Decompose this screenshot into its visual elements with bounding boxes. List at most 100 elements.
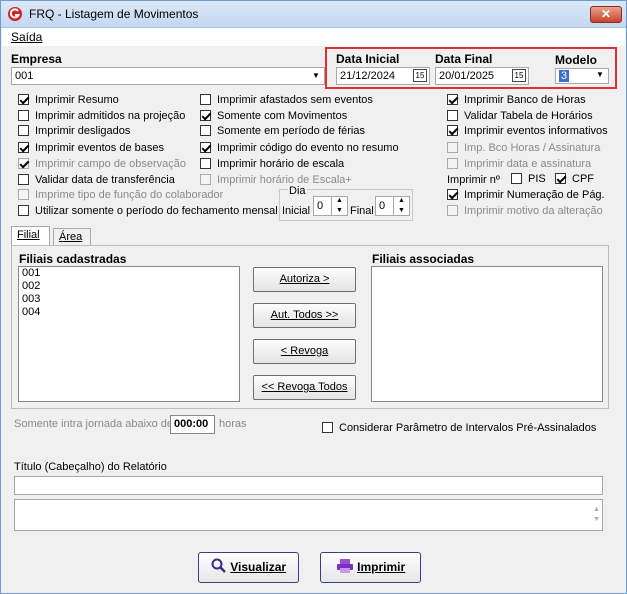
cpf-checkbox[interactable]: CPF <box>555 173 594 187</box>
calendar-icon[interactable]: 15 <box>512 69 526 82</box>
checkbox-label: Imprimir horário de escala <box>217 158 345 170</box>
chevron-down-icon[interactable]: ▼ <box>592 68 608 82</box>
motivo-checkbox: Imprimir motivo da alteração <box>447 205 603 219</box>
checkbox-label: Somente em período de férias <box>217 125 365 137</box>
checkbox-box <box>200 110 211 121</box>
intrajornada-unit: horas <box>219 418 247 430</box>
dia-final-value: 0 <box>379 200 386 212</box>
filiais-cadastradas-list[interactable]: 001 002 003 004 <box>18 266 240 402</box>
revoga-todos-button[interactable]: << Revoga Todos <box>253 375 356 400</box>
options-col2-checkbox: Imprimir horário de Escala+ <box>200 174 352 188</box>
list-item[interactable]: 001 <box>19 267 239 280</box>
options-col1-checkbox: Imprimir campo de observação <box>18 158 186 172</box>
checkbox-label: Imprimir horário de Escala+ <box>217 174 352 186</box>
options-col2-checkbox[interactable]: Somente em período de férias <box>200 125 365 139</box>
data-inicial-field[interactable]: 21/12/2024 15 <box>336 67 430 85</box>
list-item[interactable]: 004 <box>19 306 239 319</box>
checkbox-box <box>447 110 458 121</box>
options-col3-checkbox[interactable]: Imprimir Banco de Horas <box>447 94 586 108</box>
checkbox-box <box>447 125 458 136</box>
filiais-associadas-list[interactable] <box>371 266 603 402</box>
checkbox-label: Imprimir Banco de Horas <box>464 94 586 106</box>
menu-saida[interactable]: Saída <box>11 30 42 44</box>
pis-checkbox[interactable]: PIS <box>511 173 546 187</box>
close-button[interactable]: ✕ <box>590 6 622 23</box>
checkbox-box <box>447 142 458 153</box>
considerar-label: Considerar Parâmetro de Intervalos Pré-A… <box>339 422 597 434</box>
dia-final-spinner[interactable]: 0 ▲ ▼ <box>375 196 410 216</box>
options-col3-checkbox[interactable]: Validar Tabela de Horários <box>447 110 593 124</box>
titulo-label: Título (Cabeçalho) do Relatório <box>14 461 167 473</box>
list-item[interactable]: 002 <box>19 280 239 293</box>
checkbox-label: Imprimir desligados <box>35 125 131 137</box>
checkbox-box <box>200 158 211 169</box>
imprimir-label: Imprimir <box>357 560 406 574</box>
options-col1-checkbox[interactable]: Validar data de transferência <box>18 174 175 188</box>
data-final-field[interactable]: 20/01/2025 15 <box>435 67 529 85</box>
chevron-down-icon[interactable]: ▼ <box>308 68 324 84</box>
checkbox-box <box>18 125 29 136</box>
tab-area[interactable]: Área <box>53 228 91 246</box>
options-col1-checkbox[interactable]: Imprimir Resumo <box>18 94 119 108</box>
options-col3-checkbox: Imp. Bco Horas / Assinatura <box>447 142 600 156</box>
checkbox-box <box>18 94 29 105</box>
dia-label: Dia <box>288 185 307 197</box>
spinner-arrows-icon[interactable]: ▲ ▼ <box>331 196 347 216</box>
checkbox-label: Validar data de transferência <box>35 174 175 186</box>
dia-inicial-value: 0 <box>317 200 324 212</box>
dia-inicial-label: Inicial <box>282 205 311 217</box>
tab-filial[interactable]: Filial <box>11 226 50 246</box>
aut-todos-button[interactable]: Aut. Todos >> <box>253 303 356 328</box>
options-col1-checkbox[interactable]: Imprimir desligados <box>18 125 130 139</box>
options-col2-checkbox[interactable]: Imprimir código do evento no resumo <box>200 142 399 156</box>
numeracao-checkbox[interactable]: Imprimir Numeração de Pág. <box>447 189 605 203</box>
pis-label: PIS <box>528 173 546 185</box>
dia-inicial-spinner[interactable]: 0 ▲ ▼ <box>313 196 348 216</box>
visualizar-button[interactable]: Visualizar <box>198 552 299 583</box>
options-col1-checkbox[interactable]: Utilizar somente o período do fechamento… <box>18 205 278 219</box>
options-col2-checkbox[interactable]: Imprimir afastados sem eventos <box>200 94 373 108</box>
checkbox-box <box>447 94 458 105</box>
checkbox-box <box>200 142 211 153</box>
checkbox-box <box>200 125 211 136</box>
checkbox-label: Imprimir eventos de bases <box>35 142 164 154</box>
considerar-checkbox[interactable]: Considerar Parâmetro de Intervalos Pré-A… <box>322 422 596 436</box>
titulo-textarea[interactable]: ▲ ▼ <box>14 499 603 531</box>
autoriza-button[interactable]: Autoriza > <box>253 267 356 292</box>
visualizar-label: Visualizar <box>230 560 287 574</box>
empresa-label: Empresa <box>11 52 62 66</box>
calendar-icon[interactable]: 15 <box>413 69 427 82</box>
cpf-label: CPF <box>572 173 594 185</box>
checkbox-box <box>18 110 29 121</box>
data-final-label: Data Final <box>435 52 493 66</box>
checkbox-label: Imp. Bco Horas / Assinatura <box>464 142 601 154</box>
imprimir-n-label: Imprimir nº <box>447 174 500 186</box>
printer-icon <box>336 559 353 573</box>
options-col1-checkbox: Imprime tipo de função do colaborador <box>18 189 223 203</box>
titulo-input[interactable] <box>14 476 603 495</box>
checkbox-label: Validar Tabela de Horários <box>464 110 593 122</box>
options-col2-checkbox[interactable]: Imprimir horário de escala <box>200 158 344 172</box>
window-title: FRQ - Listagem de Movimentos <box>29 7 199 21</box>
imprimir-button[interactable]: Imprimir <box>320 552 421 583</box>
scroll-down-icon[interactable]: ▼ <box>593 512 600 528</box>
empresa-value: 001 <box>15 70 34 82</box>
data-final-value: 20/01/2025 <box>439 70 495 82</box>
checkbox-label: Utilizar somente o período do fechamento… <box>35 205 278 217</box>
title-bar: FRQ - Listagem de Movimentos ✕ <box>1 1 626 28</box>
list-item[interactable]: 003 <box>19 293 239 306</box>
options-col2-checkbox[interactable]: Somente com Movimentos <box>200 110 347 124</box>
checkbox-label: Imprimir código do evento no resumo <box>217 142 399 154</box>
checkbox-box <box>18 189 29 200</box>
modelo-select[interactable]: 3 ▼ <box>555 68 609 84</box>
empresa-select[interactable]: 001 ▼ <box>11 67 325 85</box>
checkbox-box <box>18 158 29 169</box>
revoga-button[interactable]: < Revoga <box>253 339 356 364</box>
options-col3-checkbox[interactable]: Imprimir eventos informativos <box>447 125 608 139</box>
options-col1-checkbox[interactable]: Imprimir admitidos na projeção <box>18 110 185 124</box>
filiais-associadas-label: Filiais associadas <box>372 252 475 266</box>
options-col1-checkbox[interactable]: Imprimir eventos de bases <box>18 142 164 156</box>
spinner-arrows-icon[interactable]: ▲ ▼ <box>393 196 409 216</box>
intrajornada-field[interactable]: 000:00 <box>170 415 215 434</box>
window: FRQ - Listagem de Movimentos ✕ Saída Emp… <box>0 0 627 594</box>
